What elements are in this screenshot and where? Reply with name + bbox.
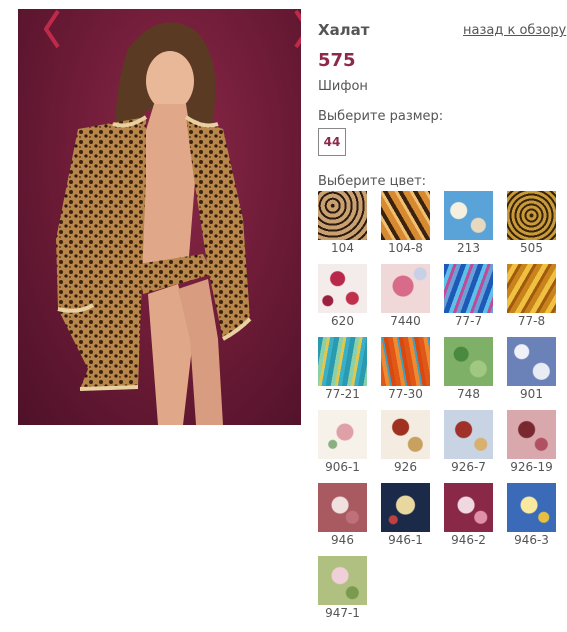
color-swatch-image[interactable] [444, 410, 493, 459]
color-swatch-code: 620 [331, 314, 354, 328]
color-swatch[interactable]: 926-19 [507, 410, 557, 474]
color-swatch-code: 926-19 [510, 460, 553, 474]
color-swatch[interactable]: 946-2 [444, 483, 494, 547]
color-swatch[interactable]: 505 [507, 191, 557, 255]
color-swatch[interactable]: 946-1 [381, 483, 431, 547]
color-swatch[interactable]: 926-7 [444, 410, 494, 474]
color-swatch-code: 946 [331, 533, 354, 547]
next-arrow-icon[interactable] [292, 9, 301, 49]
product-title: Халат [318, 21, 370, 39]
color-swatch-code: 77-7 [454, 314, 483, 328]
color-swatch-code: 7440 [390, 314, 421, 328]
color-swatch-code: 926-7 [451, 460, 486, 474]
color-swatch-image[interactable] [381, 264, 430, 313]
product-photo [18, 9, 301, 425]
color-swatch-code: 947-1 [325, 606, 360, 620]
color-swatch-image[interactable] [444, 337, 493, 386]
color-swatch[interactable]: 7440 [381, 264, 431, 328]
color-swatch-code: 926 [394, 460, 417, 474]
back-to-overview-link[interactable]: назад к обзору [463, 23, 566, 38]
color-swatch-image[interactable] [318, 337, 367, 386]
color-swatch-code: 104-8 [388, 241, 423, 255]
color-swatch-code: 946-3 [514, 533, 549, 547]
product-material: Шифон [318, 79, 368, 94]
color-swatch-image[interactable] [381, 191, 430, 240]
color-swatch-image[interactable] [381, 410, 430, 459]
color-swatch[interactable]: 748 [444, 337, 494, 401]
color-swatch[interactable]: 77-8 [507, 264, 557, 328]
color-swatch-code: 906-1 [325, 460, 360, 474]
color-label: Выберите цвет: [318, 174, 427, 189]
color-swatch-image[interactable] [444, 264, 493, 313]
color-swatch-image[interactable] [507, 264, 556, 313]
color-swatch-image[interactable] [318, 410, 367, 459]
color-swatch-code: 946-1 [388, 533, 423, 547]
color-swatch-image[interactable] [507, 337, 556, 386]
color-swatch[interactable]: 926 [381, 410, 431, 474]
color-swatch-image[interactable] [318, 191, 367, 240]
color-swatch-image[interactable] [507, 483, 556, 532]
color-swatch[interactable]: 77-21 [318, 337, 368, 401]
color-swatch-image[interactable] [444, 191, 493, 240]
color-swatch[interactable]: 77-30 [381, 337, 431, 401]
color-swatch-code: 77-30 [388, 387, 423, 401]
size-option-44[interactable]: 44 [318, 128, 346, 156]
size-label: Выберите размер: [318, 109, 444, 124]
color-swatch[interactable]: 906-1 [318, 410, 368, 474]
color-swatch-image[interactable] [318, 483, 367, 532]
color-swatch[interactable]: 620 [318, 264, 368, 328]
color-swatch-image[interactable] [507, 191, 556, 240]
color-swatch[interactable]: 901 [507, 337, 557, 401]
color-swatch[interactable]: 104 [318, 191, 368, 255]
color-swatch-code: 77-21 [325, 387, 360, 401]
color-swatch-code: 946-2 [451, 533, 486, 547]
product-price: 575 [318, 50, 356, 71]
color-swatch-code: 505 [520, 241, 543, 255]
color-swatch[interactable]: 104-8 [381, 191, 431, 255]
color-swatch-image[interactable] [381, 337, 430, 386]
color-swatch-image[interactable] [318, 556, 367, 605]
color-swatch-image[interactable] [381, 483, 430, 532]
prev-arrow-icon[interactable] [42, 9, 62, 49]
color-swatch-code: 213 [457, 241, 480, 255]
color-swatch[interactable]: 946-3 [507, 483, 557, 547]
color-swatch-code: 104 [331, 241, 354, 255]
color-swatch-code: 901 [520, 387, 543, 401]
color-swatch-code: 748 [457, 387, 480, 401]
color-swatch[interactable]: 77-7 [444, 264, 494, 328]
color-swatch[interactable]: 946 [318, 483, 368, 547]
color-swatch-image[interactable] [318, 264, 367, 313]
color-swatch[interactable]: 213 [444, 191, 494, 255]
color-swatch-image[interactable] [507, 410, 556, 459]
color-swatch-image[interactable] [444, 483, 493, 532]
color-swatch-code: 77-8 [517, 314, 546, 328]
color-swatch[interactable]: 947-1 [318, 556, 368, 620]
